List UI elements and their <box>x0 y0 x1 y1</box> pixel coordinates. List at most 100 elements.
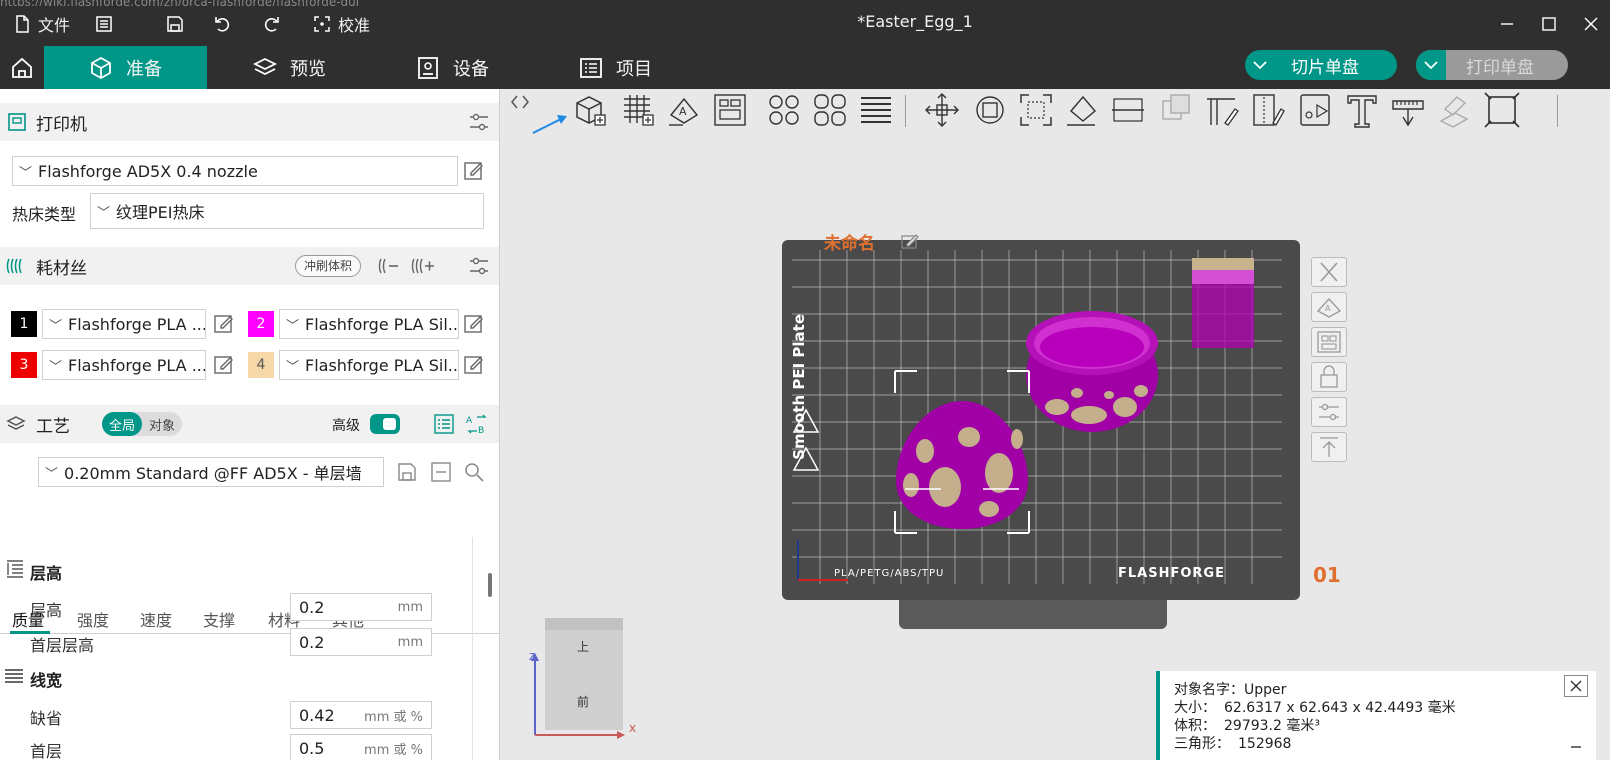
param-scrollbar[interactable] <box>488 573 492 597</box>
variable-layer-height-icon[interactable] <box>857 91 895 129</box>
compare-list-icon[interactable] <box>433 413 455 435</box>
cut-icon[interactable] <box>1109 91 1147 129</box>
param-first-layer-width-input[interactable]: 0.5 mm 或 % <box>290 734 432 760</box>
print-plate-button[interactable]: 打印单盘 <box>1416 50 1568 80</box>
tab-prepare[interactable]: 准备 <box>44 46 207 89</box>
redo-button[interactable] <box>262 12 282 36</box>
collapse-sidebar-icon[interactable] <box>509 91 531 113</box>
main-menu-button[interactable] <box>94 12 114 36</box>
arrange-plate-button[interactable] <box>1311 327 1347 357</box>
save-button[interactable] <box>165 12 185 36</box>
slice-plate-label: 切片单盘 <box>1291 57 1359 78</box>
edit-filament-4-icon[interactable] <box>463 354 485 376</box>
tab-support[interactable]: 支撑 <box>203 607 235 631</box>
settings-sliders-icon[interactable] <box>468 111 490 133</box>
filament-slot-2-select[interactable]: ﹀ Flashforge PLA Sil... <box>279 309 459 339</box>
save-profile-icon[interactable] <box>396 461 418 483</box>
filament-slot-4-badge[interactable]: 4 <box>248 352 274 378</box>
tab-project[interactable]: 项目 <box>578 46 652 89</box>
toolbar-divider <box>905 95 906 127</box>
maximize-button[interactable] <box>1534 10 1564 38</box>
add-object-icon[interactable] <box>571 91 609 129</box>
remove-filament-icon[interactable] <box>378 256 400 276</box>
edit-filament-3-icon[interactable] <box>213 354 235 376</box>
egg-upper-object[interactable] <box>1017 297 1167 437</box>
annotation-arrow-icon <box>532 115 567 134</box>
plate-name[interactable]: 未命名 <box>824 229 875 254</box>
move-plate-to-top-button[interactable] <box>1311 432 1347 462</box>
support-painting-icon[interactable] <box>1203 91 1241 129</box>
filament-slot-4-select[interactable]: ﹀ Flashforge PLA Sil... <box>279 350 459 380</box>
lock-plate-button[interactable] <box>1311 362 1347 392</box>
param-default-width-input[interactable]: 0.42 mm 或 % <box>290 701 432 729</box>
remove-profile-icon[interactable] <box>430 461 452 483</box>
printer-icon <box>8 113 26 131</box>
rotate-icon[interactable] <box>971 91 1009 129</box>
advanced-toggle[interactable] <box>370 414 400 434</box>
chevron-down-icon <box>1253 61 1267 70</box>
param-layer-height-input[interactable]: 0.2 mm <box>290 593 432 621</box>
file-menu[interactable]: 文件 <box>12 12 70 36</box>
plate-settings-button[interactable] <box>1311 397 1347 427</box>
split-objects-icon[interactable] <box>765 91 803 129</box>
ab-compare-icon[interactable]: AB <box>465 413 489 435</box>
filament-slot-1-select[interactable]: ﹀ Flashforge PLA ... <box>42 309 206 339</box>
tab-speed[interactable]: 速度 <box>140 607 172 631</box>
lock-icon <box>1320 365 1338 388</box>
lay-on-face-icon[interactable] <box>1063 91 1101 129</box>
flush-volume-button[interactable]: 冲刷体积 <box>295 255 362 277</box>
filament-slot-3-badge[interactable]: 3 <box>11 352 37 378</box>
fit-view-icon[interactable] <box>1483 91 1521 129</box>
seam-painting-icon[interactable] <box>1249 91 1287 129</box>
edit-printer-icon[interactable] <box>463 160 485 182</box>
arrange-icon[interactable] <box>711 91 749 129</box>
edit-filament-2-icon[interactable] <box>463 313 485 335</box>
filament-slot-2-name: Flashforge PLA Sil... <box>305 314 459 334</box>
add-plate-icon[interactable] <box>619 91 657 129</box>
chevron-down-icon <box>1424 61 1438 70</box>
text-tool-icon[interactable] <box>1343 91 1381 129</box>
slice-dropdown-chevron[interactable] <box>1245 50 1275 80</box>
tab-strength[interactable]: 强度 <box>77 607 109 631</box>
toggle-object[interactable]: 对象 <box>142 415 182 434</box>
orient-plate-button[interactable]: A <box>1311 292 1347 322</box>
filament-slot-2-badge[interactable]: 2 <box>248 311 274 337</box>
edit-plate-name-icon[interactable] <box>901 233 921 249</box>
close-window-button[interactable] <box>1576 10 1606 38</box>
edit-filament-1-icon[interactable] <box>213 313 235 335</box>
delete-plate-button[interactable] <box>1311 257 1347 287</box>
bed-type-select[interactable]: ﹀ 纹理PEI热床 <box>90 193 484 229</box>
auto-orient-icon[interactable]: A <box>665 91 703 129</box>
tab-preview[interactable]: 预览 <box>252 46 326 89</box>
filament-slot-1-badge[interactable]: 1 <box>11 311 37 337</box>
scale-icon[interactable] <box>1017 91 1055 129</box>
title-bar: https://wiki.flashforge.com/zh/orca-flas… <box>0 0 1610 46</box>
chevron-down-icon: ﹀ <box>45 466 59 482</box>
measure-icon[interactable] <box>1389 91 1427 129</box>
move-icon[interactable] <box>923 91 961 129</box>
calibrate-menu[interactable]: 校准 <box>312 12 370 36</box>
layers-icon <box>6 416 26 430</box>
slice-plate-button[interactable]: 切片单盘 <box>1245 50 1397 80</box>
process-profile-select[interactable]: ﹀ 0.20mm Standard @FF AD5X - 单层墙 <box>38 457 384 487</box>
plate-side-text: Smooth PEI Plate <box>790 314 808 460</box>
minimize-info-icon[interactable] <box>1570 743 1582 751</box>
3d-viewport[interactable]: A Smooth PEI Plate PLA/PETG/ABS/TPU FLAS… <box>501 89 1610 760</box>
tab-device[interactable]: 设备 <box>415 46 489 89</box>
toggle-global[interactable]: 全局 <box>102 412 142 436</box>
close-info-button[interactable] <box>1564 675 1588 697</box>
egg-lower-object[interactable] <box>889 369 1035 535</box>
undo-button[interactable] <box>212 12 232 36</box>
split-parts-icon[interactable] <box>811 91 849 129</box>
settings-sliders-icon[interactable] <box>468 255 490 277</box>
home-button[interactable] <box>0 46 44 89</box>
global-object-toggle[interactable]: 全局 对象 <box>102 412 182 436</box>
print-dropdown-chevron[interactable] <box>1416 50 1446 80</box>
printer-select[interactable]: ﹀ Flashforge AD5X 0.4 nozzle <box>12 156 458 186</box>
search-icon[interactable] <box>463 461 485 483</box>
filament-slot-3-select[interactable]: ﹀ Flashforge PLA ... <box>42 350 206 380</box>
param-first-layer-height-input[interactable]: 0.2 mm <box>290 628 432 656</box>
color-painting-icon[interactable] <box>1297 91 1335 129</box>
add-filament-icon[interactable] <box>411 256 435 276</box>
minimize-button[interactable] <box>1492 10 1522 38</box>
